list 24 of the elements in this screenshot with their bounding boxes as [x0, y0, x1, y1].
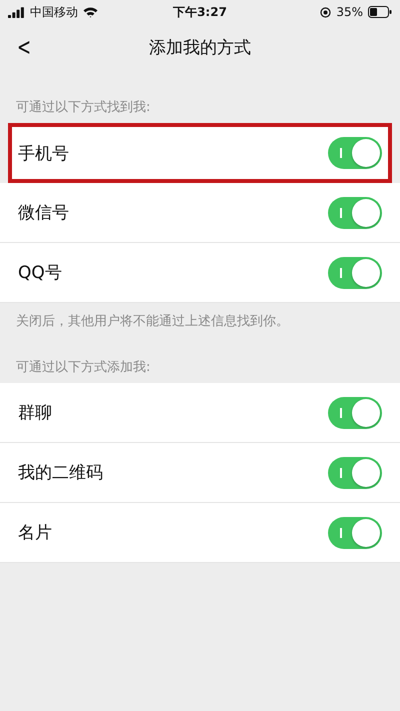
clock-time: 下午3:27: [173, 4, 227, 20]
setting-label: 手机号: [18, 142, 69, 164]
toggle-switch[interactable]: [328, 516, 382, 548]
rotation-lock-icon: [320, 6, 332, 18]
wifi-icon: [83, 6, 98, 18]
setting-label: QQ号: [18, 262, 62, 284]
battery-percent: 35%: [336, 5, 364, 19]
setting-label: 名片: [18, 522, 52, 544]
toggle-switch[interactable]: [328, 256, 382, 288]
carrier-name: 中国移动: [30, 4, 78, 20]
setting-label: 我的二维码: [18, 462, 103, 484]
section-header: 可通过以下方式添加我:: [15, 359, 152, 377]
toggle-switch[interactable]: [328, 196, 382, 228]
setting-label: 微信号: [18, 202, 69, 224]
page-title: 添加我的方式: [149, 36, 251, 58]
toggle-switch[interactable]: [328, 456, 382, 488]
toggle-switch[interactable]: [328, 396, 382, 428]
battery-icon: [368, 6, 392, 18]
section-header: 可通过以下方式找到我:: [15, 99, 152, 117]
section-footer: 关闭后，其他用户将不能通过上述信息找到你。: [0, 303, 400, 330]
setting-label: 群聊: [18, 402, 52, 424]
back-button[interactable]: <: [17, 33, 32, 61]
signal-icon: [8, 6, 25, 18]
toggle-switch[interactable]: [328, 137, 382, 169]
